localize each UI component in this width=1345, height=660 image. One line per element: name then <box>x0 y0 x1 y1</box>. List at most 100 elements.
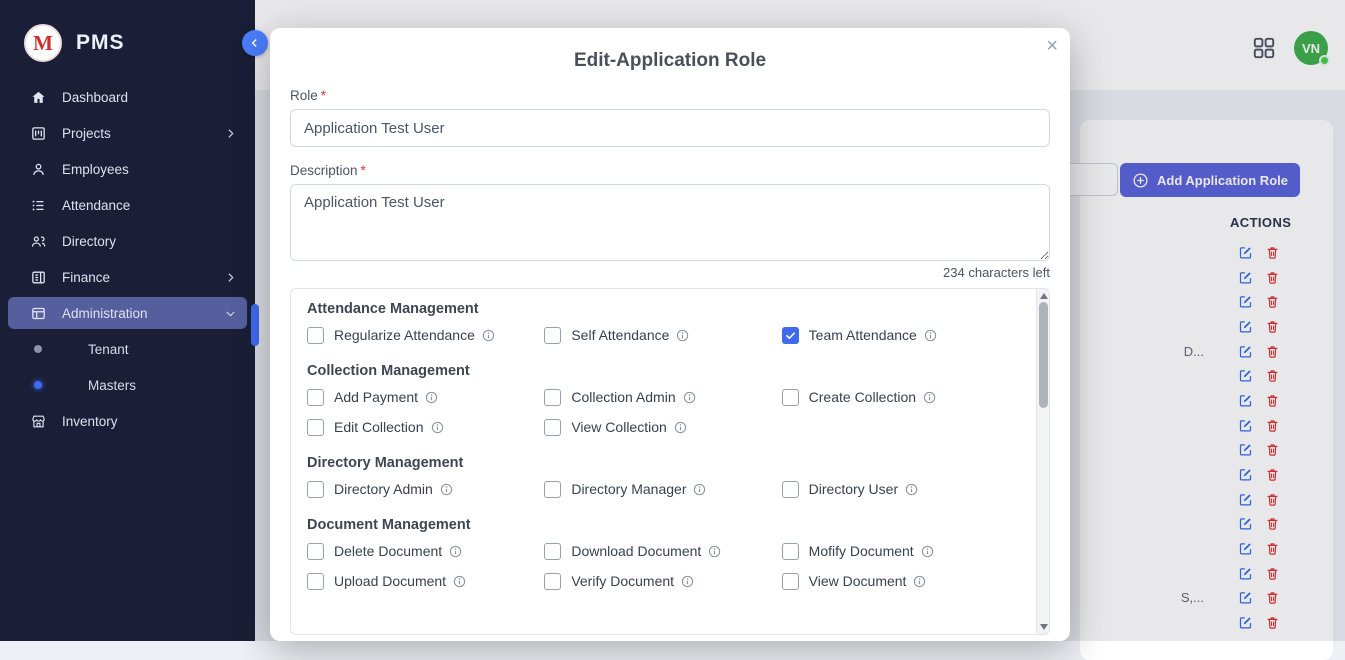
permission-item[interactable]: Create Collection <box>782 382 1019 412</box>
permission-checkbox[interactable] <box>307 481 324 498</box>
permission-item[interactable]: Add Payment <box>307 382 544 412</box>
permission-checkbox[interactable] <box>307 419 324 436</box>
info-icon[interactable] <box>913 575 926 588</box>
ledger-icon <box>30 269 47 286</box>
permission-label: Collection Admin <box>571 389 675 405</box>
permission-checkbox[interactable] <box>782 481 799 498</box>
permission-label: Directory Admin <box>334 481 433 497</box>
sidebar-subitem-tenant[interactable]: Tenant <box>0 331 255 367</box>
sidebar-item-directory[interactable]: Directory <box>0 223 255 259</box>
field-label-text: Description <box>290 163 358 178</box>
sidebar-item-administration[interactable]: Administration <box>8 297 247 329</box>
role-input[interactable] <box>290 109 1050 147</box>
permission-item[interactable]: Verify Document <box>544 566 781 596</box>
info-icon[interactable] <box>693 483 706 496</box>
scroll-down-arrow-icon[interactable] <box>1040 624 1048 630</box>
sidebar-item-finance[interactable]: Finance <box>0 259 255 295</box>
permission-item[interactable]: Mofify Document <box>782 536 1019 566</box>
permission-item[interactable]: View Document <box>782 566 1019 596</box>
info-icon[interactable] <box>674 421 687 434</box>
permission-item[interactable]: View Collection <box>544 412 781 442</box>
scrollbar[interactable] <box>1036 289 1049 634</box>
permission-group: Attendance Management Regularize Attenda… <box>307 301 1019 350</box>
app-title: PMS <box>76 31 125 55</box>
permission-group: Document Management Delete Document Down… <box>307 517 1019 596</box>
permission-group-title: Directory Management <box>307 455 1019 471</box>
sidebar-item-label: Employees <box>62 162 129 177</box>
permission-checkbox[interactable] <box>544 419 561 436</box>
project-board-icon <box>30 125 47 142</box>
info-icon[interactable] <box>683 391 696 404</box>
permission-group-title: Attendance Management <box>307 301 1019 317</box>
info-icon[interactable] <box>708 545 721 558</box>
sidebar-item-inventory[interactable]: Inventory <box>0 403 255 439</box>
permission-checkbox[interactable] <box>544 327 561 344</box>
sidebar-item-employees[interactable]: Employees <box>0 151 255 187</box>
permission-checkbox[interactable] <box>307 543 324 560</box>
permission-checkbox[interactable] <box>782 573 799 590</box>
permission-checkbox[interactable] <box>544 481 561 498</box>
scroll-up-arrow-icon[interactable] <box>1040 293 1048 299</box>
permission-grid: Regularize Attendance Self Attendance Te… <box>307 320 1019 350</box>
sidebar-item-projects[interactable]: Projects <box>0 115 255 151</box>
permission-item[interactable]: Upload Document <box>307 566 544 596</box>
sidebar-item-dashboard[interactable]: Dashboard <box>0 79 255 115</box>
info-icon[interactable] <box>431 421 444 434</box>
permission-label: Team Attendance <box>809 327 917 343</box>
info-icon[interactable] <box>440 483 453 496</box>
info-icon[interactable] <box>905 483 918 496</box>
description-input[interactable]: Application Test User <box>290 184 1050 261</box>
admin-panel-icon <box>30 305 47 322</box>
permission-label: Edit Collection <box>334 419 424 435</box>
info-icon[interactable] <box>676 329 689 342</box>
permission-item[interactable]: Team Attendance <box>782 320 1019 350</box>
required-marker: * <box>321 88 326 103</box>
permission-checkbox[interactable] <box>307 389 324 406</box>
permission-checkbox[interactable] <box>544 543 561 560</box>
scrollbar-thumb[interactable] <box>1039 302 1048 408</box>
sidebar-nav: Dashboard Projects Employees Attendance … <box>0 79 255 439</box>
permission-label: Regularize Attendance <box>334 327 475 343</box>
permission-item[interactable]: Download Document <box>544 536 781 566</box>
sidebar-subitem-label: Tenant <box>88 342 129 357</box>
info-icon[interactable] <box>924 329 937 342</box>
sidebar-collapse-button[interactable] <box>242 30 268 56</box>
active-nav-indicator <box>251 304 259 346</box>
permission-checkbox[interactable] <box>544 573 561 590</box>
modal-form: Role* Description* Application Test User… <box>270 88 1070 280</box>
info-icon[interactable] <box>923 391 936 404</box>
permission-item[interactable]: Regularize Attendance <box>307 320 544 350</box>
storefront-icon <box>30 413 47 430</box>
permission-checkbox[interactable] <box>782 543 799 560</box>
required-marker: * <box>361 163 366 178</box>
info-icon[interactable] <box>921 545 934 558</box>
permission-label: View Document <box>809 573 907 589</box>
permission-label: Mofify Document <box>809 543 914 559</box>
permission-item[interactable]: Edit Collection <box>307 412 544 442</box>
permission-checkbox[interactable] <box>782 327 799 344</box>
sidebar-item-attendance[interactable]: Attendance <box>0 187 255 223</box>
info-icon[interactable] <box>482 329 495 342</box>
info-icon[interactable] <box>453 575 466 588</box>
info-icon[interactable] <box>425 391 438 404</box>
permission-group: Collection Management Add Payment Collec… <box>307 363 1019 442</box>
sidebar-item-label: Dashboard <box>62 90 128 105</box>
permission-checkbox[interactable] <box>307 573 324 590</box>
permission-item[interactable]: Directory Manager <box>544 474 781 504</box>
permission-label: Self Attendance <box>571 327 669 343</box>
permission-group-title: Collection Management <box>307 363 1019 379</box>
permission-checkbox[interactable] <box>307 327 324 344</box>
sidebar-subitem-masters[interactable]: Masters <box>0 367 255 403</box>
permission-checkbox[interactable] <box>782 389 799 406</box>
permission-label: Delete Document <box>334 543 442 559</box>
permission-checkbox[interactable] <box>544 389 561 406</box>
permission-item[interactable]: Collection Admin <box>544 382 781 412</box>
close-icon[interactable]: × <box>1046 36 1058 56</box>
permission-item[interactable]: Self Attendance <box>544 320 781 350</box>
permission-item[interactable]: Directory User <box>782 474 1019 504</box>
permission-item[interactable]: Delete Document <box>307 536 544 566</box>
info-icon[interactable] <box>449 545 462 558</box>
info-icon[interactable] <box>681 575 694 588</box>
people-icon <box>30 233 47 250</box>
permission-item[interactable]: Directory Admin <box>307 474 544 504</box>
